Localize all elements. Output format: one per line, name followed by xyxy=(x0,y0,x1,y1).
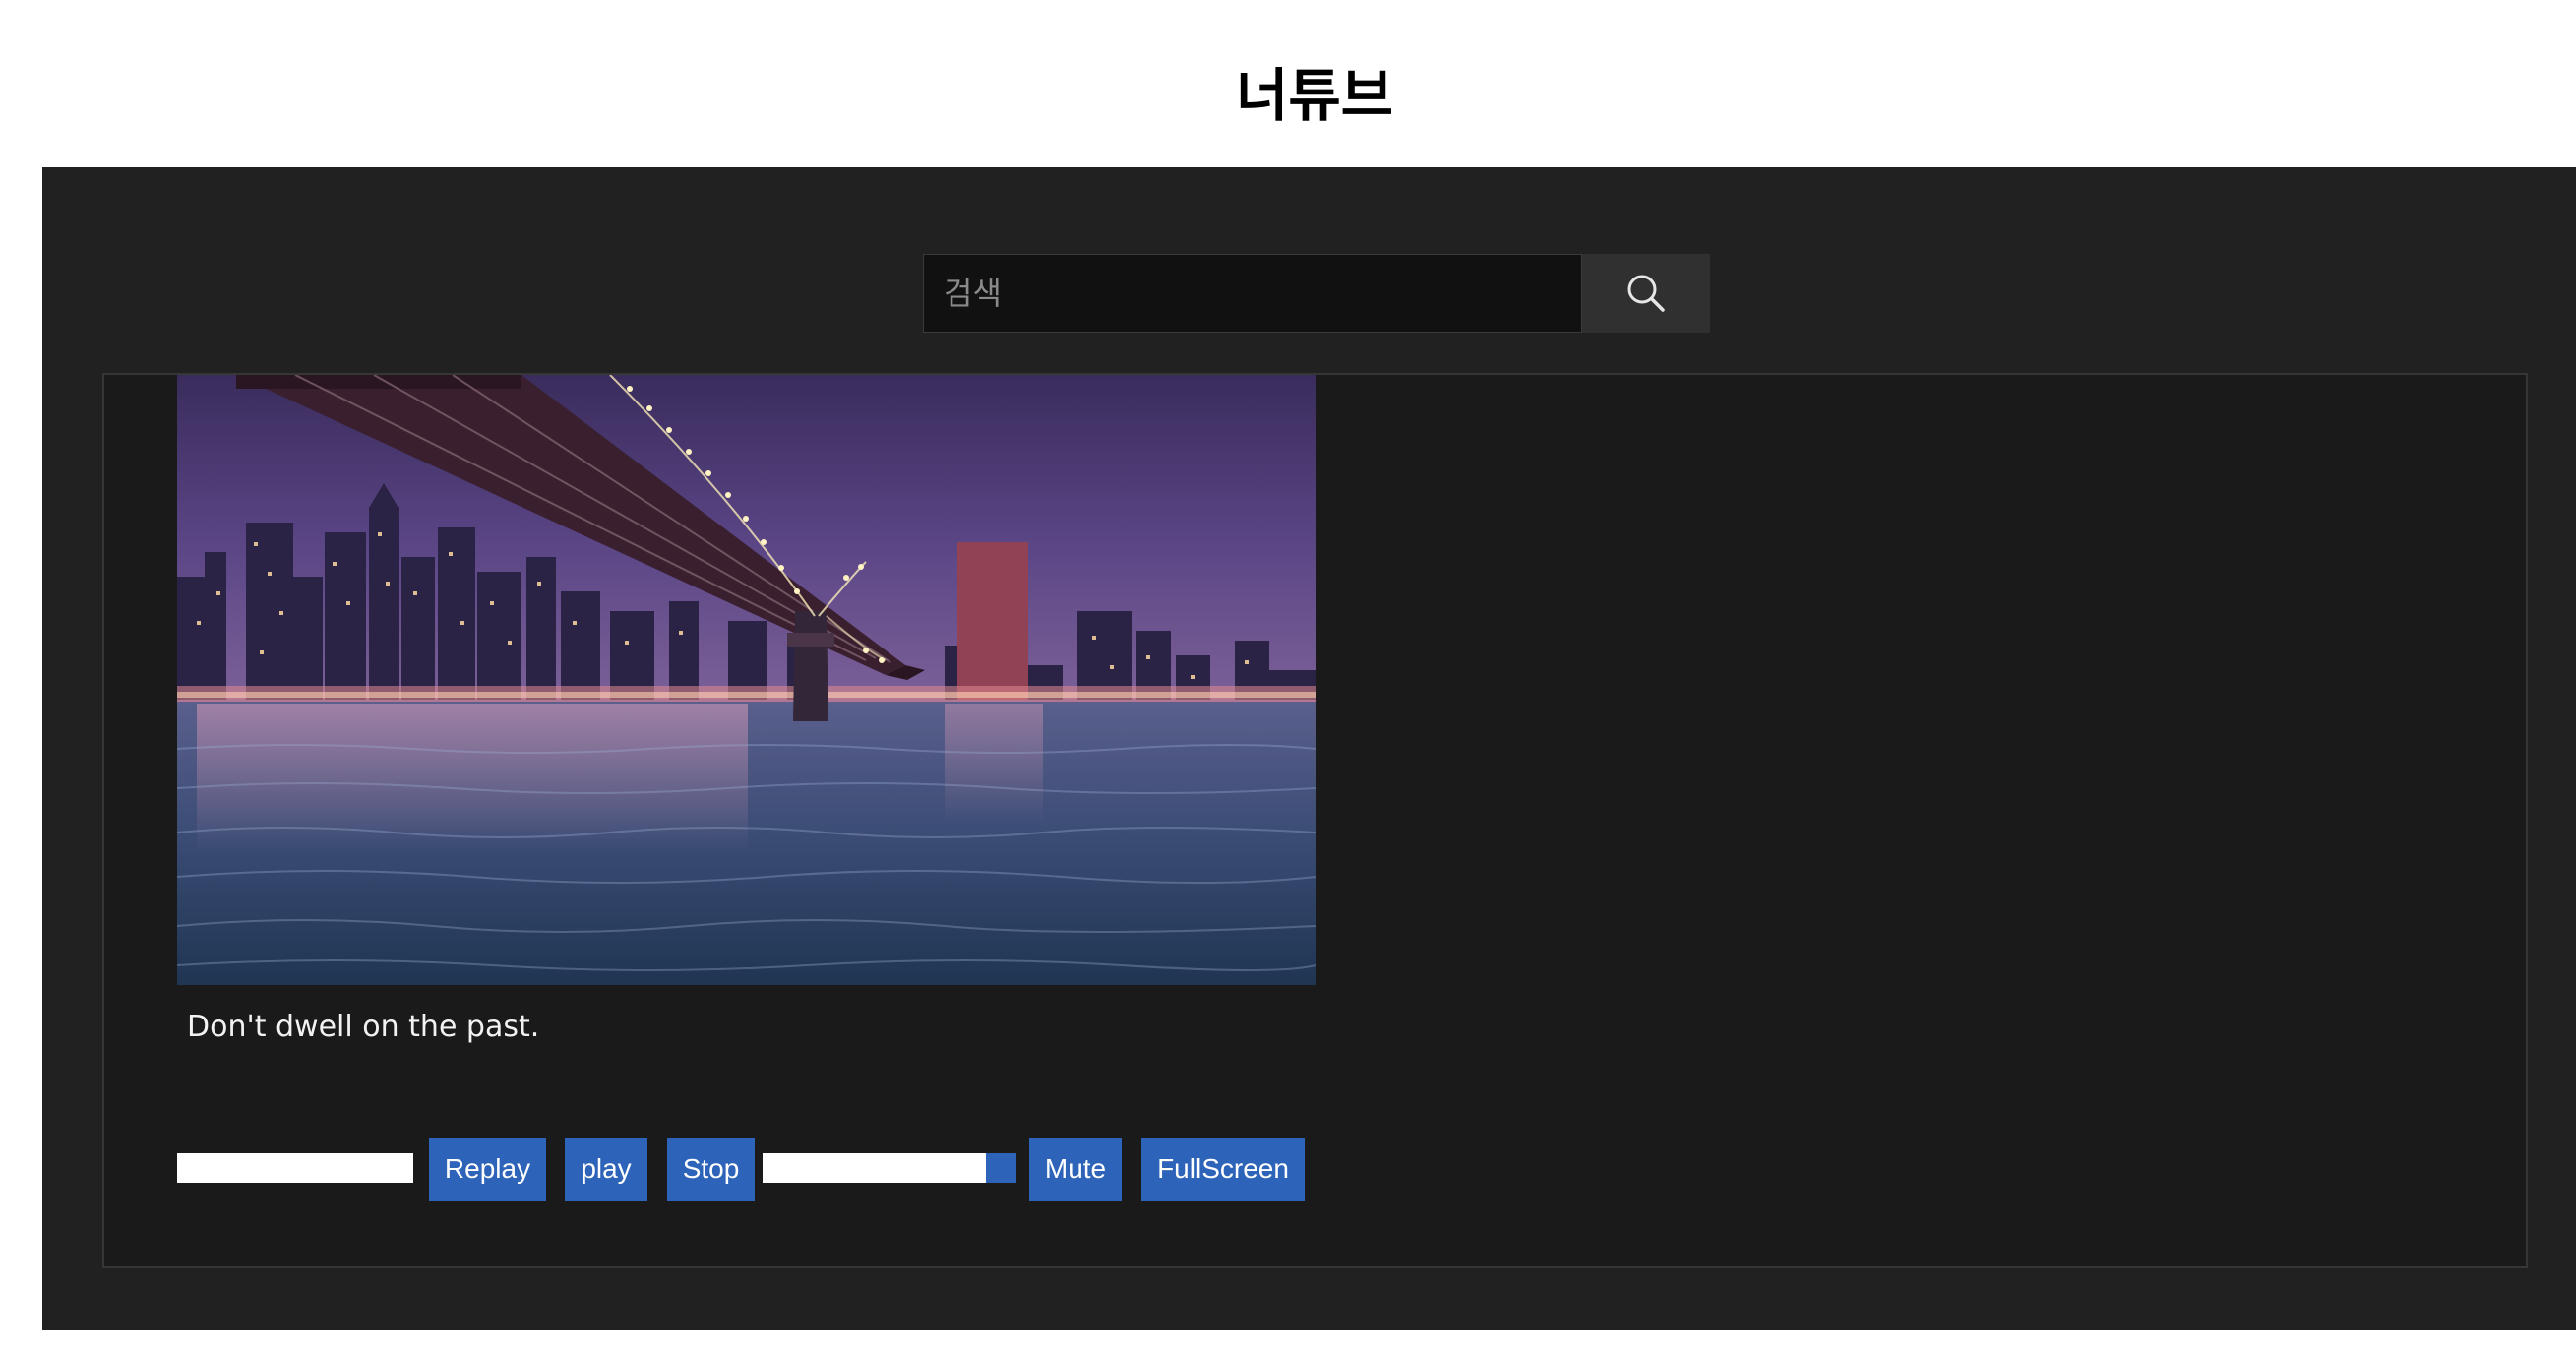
mute-button[interactable]: Mute xyxy=(1029,1138,1122,1201)
volume-fill xyxy=(763,1153,987,1183)
search-bar xyxy=(923,254,1710,333)
stop-button[interactable]: Stop xyxy=(667,1138,755,1201)
video-frame[interactable] xyxy=(177,375,1316,985)
play-button[interactable]: play xyxy=(565,1138,647,1201)
volume-slider[interactable] xyxy=(763,1153,1016,1183)
page-title: 너튜브 xyxy=(1235,62,1394,129)
video-scene-image xyxy=(177,375,1316,985)
video-caption: Don't dwell on the past. xyxy=(187,1010,540,1044)
replay-button[interactable]: Replay xyxy=(429,1138,546,1201)
fullscreen-button[interactable]: FullScreen xyxy=(1141,1138,1305,1201)
search-icon xyxy=(1627,275,1665,312)
app-panel: Don't dwell on the past. Replay play Sto… xyxy=(42,167,2576,1330)
progress-bar[interactable] xyxy=(177,1153,413,1183)
video-player: Don't dwell on the past. Replay play Sto… xyxy=(102,373,2528,1268)
search-button[interactable] xyxy=(1582,254,1710,333)
search-input[interactable] xyxy=(923,254,1582,333)
